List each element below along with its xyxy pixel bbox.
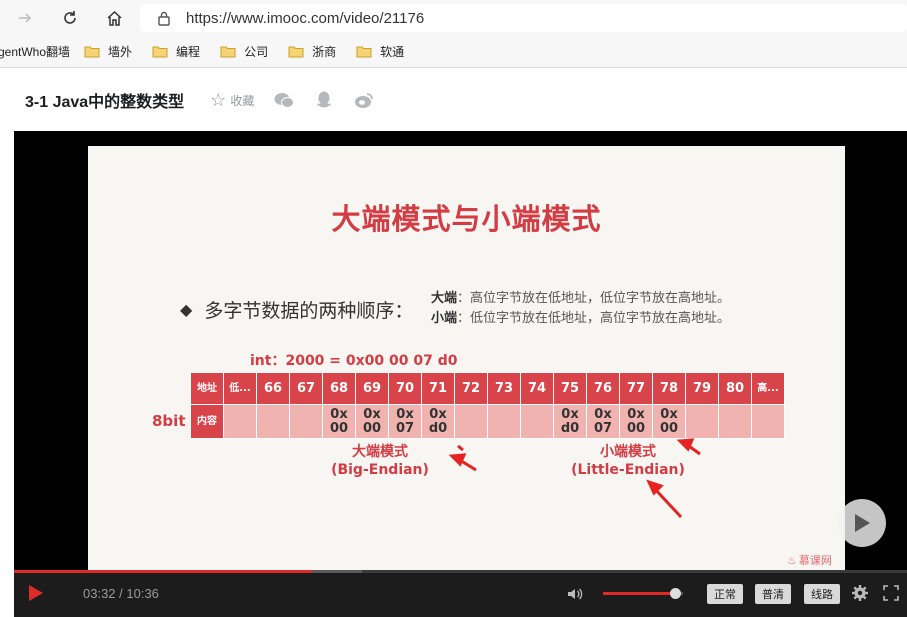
- folder-icon: [84, 46, 100, 58]
- favorite-label: 收藏: [230, 93, 255, 108]
- browser-toolbar: https://www.imooc.com/video/21176: [0, 0, 907, 36]
- volume-fill: [603, 592, 675, 595]
- star-icon: ☆: [210, 89, 227, 110]
- bookmark-label: 编程: [176, 45, 201, 59]
- page-title: 3-1 Java中的整数类型: [25, 94, 185, 111]
- bookmark-label: 墙外: [108, 45, 133, 59]
- play-icon: [29, 585, 43, 601]
- bookmark-label: 软通: [380, 45, 405, 59]
- volume-handle[interactable]: [670, 588, 681, 599]
- bookmark-label: gentWho翻墙: [0, 45, 71, 59]
- folder-icon: [152, 46, 168, 58]
- folder-icon: [220, 46, 236, 58]
- quality-sd-button[interactable]: 普清: [755, 584, 791, 604]
- bookmark-item[interactable]: gentWho翻墙: [0, 43, 70, 60]
- weibo-icon[interactable]: [354, 90, 374, 110]
- gear-icon[interactable]: [851, 584, 869, 602]
- home-icon[interactable]: [102, 6, 126, 30]
- address-field[interactable]: https://www.imooc.com/video/21176: [140, 4, 907, 32]
- watermark-text: 慕课网: [798, 554, 832, 567]
- fullscreen-icon[interactable]: [883, 585, 899, 601]
- bookmark-label: 公司: [244, 45, 269, 59]
- arrow-head: [646, 479, 664, 496]
- bookmarks-bar: gentWho翻墙 墙外 编程 公司 浙商 软通: [0, 36, 907, 68]
- forward-icon[interactable]: [13, 6, 37, 30]
- bookmark-folder[interactable]: 公司: [220, 43, 268, 60]
- play-button[interactable]: [26, 583, 46, 603]
- wechat-icon[interactable]: [274, 90, 295, 110]
- control-bar: 03:32 / 10:36 正常 普清 线路: [14, 573, 907, 617]
- time-display: 03:32 / 10:36: [83, 586, 159, 601]
- flame-icon: ♨: [787, 553, 797, 567]
- url-text[interactable]: https://www.imooc.com/video/21176: [186, 10, 424, 27]
- bookmark-folder[interactable]: 浙商: [288, 43, 336, 60]
- video-frame: 大端模式与小端模式 ◆ 多字节数据的两种顺序： 大端：高位字节放在低地址，低位字…: [88, 146, 845, 571]
- route-button[interactable]: 线路: [804, 584, 840, 604]
- favorite-button[interactable]: ☆ 收藏: [210, 90, 254, 111]
- lock-icon: [154, 10, 174, 26]
- reload-icon[interactable]: [58, 6, 82, 30]
- folder-icon: [288, 46, 304, 58]
- bookmark-folder[interactable]: 软通: [356, 43, 404, 60]
- bookmark-folder[interactable]: 编程: [152, 43, 200, 60]
- play-icon: [855, 514, 870, 532]
- volume-slider[interactable]: [603, 588, 683, 599]
- arrow-head: [448, 453, 467, 467]
- bookmark-label: 浙商: [312, 45, 337, 59]
- quality-normal-button[interactable]: 正常: [707, 584, 743, 604]
- qq-icon[interactable]: [314, 90, 334, 110]
- big-play-button[interactable]: [838, 499, 886, 547]
- volume-icon[interactable]: [566, 585, 584, 603]
- arrow-line: [457, 444, 464, 452]
- watermark: ♨ 慕课网: [787, 552, 832, 568]
- folder-icon: [356, 46, 372, 58]
- video-player[interactable]: 大端模式与小端模式 ◆ 多字节数据的两种顺序： 大端：高位字节放在低地址，低位字…: [14, 131, 907, 617]
- arrow-line: [652, 486, 683, 519]
- course-header: 3-1 Java中的整数类型 ☆ 收藏: [0, 69, 907, 131]
- arrow-head: [676, 438, 695, 452]
- annotation-arrows: [448, 438, 701, 519]
- bookmark-folder[interactable]: 墙外: [84, 43, 132, 60]
